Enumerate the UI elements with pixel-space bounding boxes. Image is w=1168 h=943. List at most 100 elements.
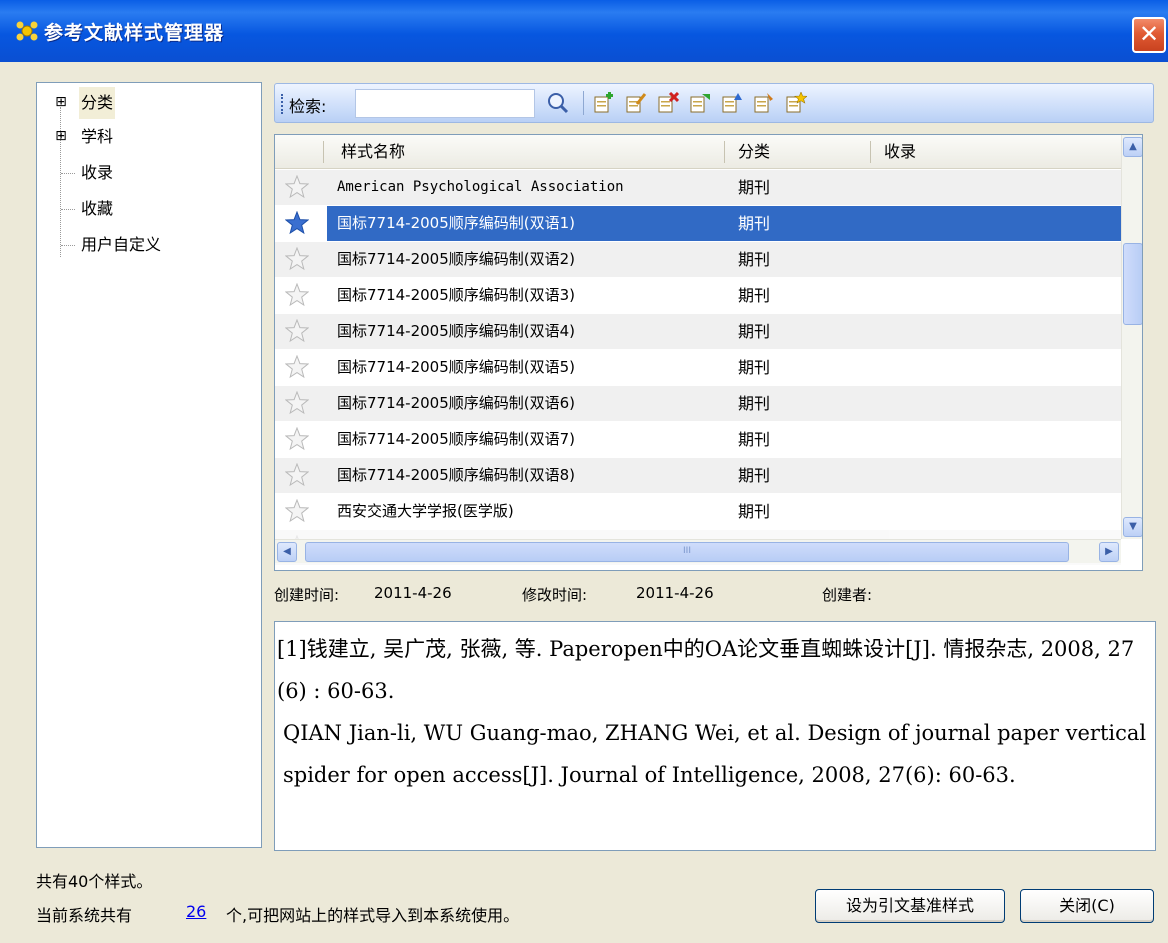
tree-item-label: 学科 — [81, 127, 114, 146]
window-title: 参考文献样式管理器 — [44, 22, 225, 44]
style-settings-icon[interactable] — [753, 92, 775, 114]
cell-category: 期刊 — [738, 250, 771, 269]
cell-style-name: 国标7714-2005顺序编码制(双语2) — [337, 250, 576, 268]
column-header-indexed[interactable]: 收录 — [870, 135, 916, 169]
toolbar-separator — [583, 91, 584, 115]
favorite-star-icon[interactable] — [285, 211, 309, 235]
cell-indexed — [870, 350, 1121, 385]
favorite-star-icon[interactable] — [285, 355, 309, 379]
style-manager-window: 参考文献样式管理器 ✕ ⊞ 分类 ⊞ 学科 收录 收藏 用户自定义 检索: 样式… — [0, 0, 1168, 943]
cell-category: 期刊 — [738, 178, 771, 197]
cell-style-name: 国标7714-2005顺序编码制(双语5) — [337, 358, 576, 376]
cell-category: 期刊 — [738, 430, 771, 449]
citation-preview: [1]钱建立, 吴广茂, 张薇, 等. Paperopen中的OA论文垂直蜘蛛设… — [274, 621, 1156, 851]
vertical-scroll-thumb[interactable] — [1123, 243, 1142, 325]
table-row[interactable]: 国标7714-2005顺序编码制(双语4) 期刊 — [275, 314, 1121, 349]
cell-indexed — [870, 278, 1121, 313]
favorite-star-icon[interactable] — [285, 499, 309, 523]
column-divider — [323, 141, 324, 163]
close-icon: ✕ — [1138, 20, 1160, 48]
preview-line: QIAN Jian-li, WU Guang-mao, ZHANG Wei, e… — [283, 721, 1147, 787]
style-list[interactable]: 样式名称 分类 收录 American Psychological Associ… — [274, 134, 1143, 571]
tree-item-label: 分类 — [79, 87, 116, 119]
table-row[interactable]: 国标7714-2005顺序编码制(双语3) 期刊 — [275, 278, 1121, 313]
favorite-star-icon[interactable] — [285, 175, 309, 199]
add-style-icon[interactable] — [593, 92, 615, 114]
favorite-star-icon[interactable] — [285, 319, 309, 343]
favorite-star-icon[interactable] — [285, 427, 309, 451]
scroll-left-icon[interactable]: ◀ — [277, 542, 297, 562]
scroll-up-icon[interactable]: ▲ — [1123, 137, 1142, 157]
export-style-icon[interactable] — [721, 92, 743, 114]
cell-category: 期刊 — [724, 206, 870, 241]
cell-style-name: 西安交通大学学报(医学版) — [337, 502, 514, 520]
grid-header: 样式名称 分类 收录 — [275, 135, 1121, 169]
favorite-star-icon[interactable] — [285, 391, 309, 415]
category-tree[interactable]: ⊞ 分类 ⊞ 学科 收录 收藏 用户自定义 — [36, 82, 262, 848]
cell-category: 期刊 — [738, 322, 771, 341]
creator-label: 创建者: — [822, 586, 873, 604]
cell-style-name: American Psychological Association — [337, 179, 624, 195]
system-count-link[interactable]: 26 — [186, 902, 206, 921]
cell-category: 期刊 — [738, 358, 771, 377]
table-row[interactable]: 国标7714-2005顺序编码制(双语7) 期刊 — [275, 422, 1121, 457]
cell-category: 期刊 — [738, 394, 771, 413]
delete-style-icon[interactable] — [657, 92, 679, 114]
cell-indexed — [870, 494, 1121, 529]
cell-category: 期刊 — [738, 502, 771, 521]
scroll-down-icon[interactable]: ▼ — [1123, 517, 1142, 537]
system-count-suffix: 个,可把网站上的样式导入到本系统使用。 — [226, 906, 520, 925]
table-row[interactable]: 国标7714-2005顺序编码制(双语5) 期刊 — [275, 350, 1121, 385]
cell-indexed — [870, 458, 1121, 493]
vertical-scrollbar[interactable]: ▲ ▼ — [1121, 135, 1142, 539]
total-styles-text: 共有40个样式。 — [36, 872, 153, 891]
created-value: 2011-4-26 — [374, 584, 452, 602]
table-row[interactable]: 国标7714-2005顺序编码制(双语6) 期刊 — [275, 386, 1121, 421]
search-input[interactable] — [355, 89, 535, 118]
table-row[interactable]: 国标7714-2005顺序编码制(双语8) 期刊 — [275, 458, 1121, 493]
cell-indexed — [870, 386, 1121, 421]
modified-label: 修改时间: — [522, 586, 588, 604]
modified-value: 2011-4-26 — [636, 584, 714, 602]
search-label: 检索: — [289, 97, 327, 116]
tree-connector — [61, 209, 75, 210]
tree-item-label: 收录 — [81, 163, 114, 182]
favorite-star-icon[interactable] — [285, 283, 309, 307]
horizontal-scrollbar[interactable]: ◀ III ▶ — [275, 539, 1121, 563]
favorite-style-icon[interactable] — [785, 92, 807, 114]
search-icon[interactable] — [547, 92, 569, 114]
favorite-star-icon[interactable] — [285, 247, 309, 271]
horizontal-scroll-thumb[interactable]: III — [305, 542, 1069, 562]
expand-icon[interactable]: ⊞ — [54, 129, 68, 143]
cell-style-name: 国标7714-2005顺序编码制(双语1) — [327, 206, 724, 241]
cell-style-name: 国标7714-2005顺序编码制(双语6) — [337, 394, 576, 412]
close-window-button[interactable]: ✕ — [1132, 17, 1166, 53]
set-default-style-button[interactable]: 设为引文基准样式 — [815, 889, 1005, 923]
column-header-style-name[interactable]: 样式名称 — [327, 135, 405, 169]
close-button[interactable]: 关闭(C) — [1020, 889, 1154, 923]
app-icon — [16, 21, 38, 41]
column-header-category[interactable]: 分类 — [724, 135, 770, 169]
tree-item-label: 用户自定义 — [81, 235, 162, 254]
toolbar: 检索: — [274, 83, 1154, 123]
tree-item-label: 收藏 — [81, 199, 114, 218]
cell-indexed — [870, 170, 1121, 205]
table-row[interactable]: 国标7714-2005顺序编码制(双语1) 期刊 — [275, 206, 1121, 241]
created-label: 创建时间: — [274, 586, 340, 604]
edit-style-icon[interactable] — [625, 92, 647, 114]
tree-connector — [61, 173, 75, 174]
favorite-star-icon[interactable] — [285, 463, 309, 487]
tree-connector — [61, 245, 75, 246]
table-row[interactable]: 国标7714-2005顺序编码制(双语2) 期刊 — [275, 242, 1121, 277]
cell-indexed — [870, 206, 1121, 241]
import-style-icon[interactable] — [689, 92, 711, 114]
table-row[interactable]: 西安交通大学学报(医学版) 期刊 — [275, 494, 1121, 529]
expand-icon[interactable]: ⊞ — [54, 95, 68, 109]
cell-category: 期刊 — [738, 286, 771, 305]
scroll-right-icon[interactable]: ▶ — [1099, 542, 1119, 562]
cell-indexed — [870, 314, 1121, 349]
toolbar-grip[interactable] — [281, 94, 284, 114]
title-bar[interactable]: 参考文献样式管理器 ✕ — [0, 0, 1168, 62]
table-row[interactable]: American Psychological Association 期刊 — [275, 170, 1121, 205]
cell-style-name: 国标7714-2005顺序编码制(双语4) — [337, 322, 576, 340]
